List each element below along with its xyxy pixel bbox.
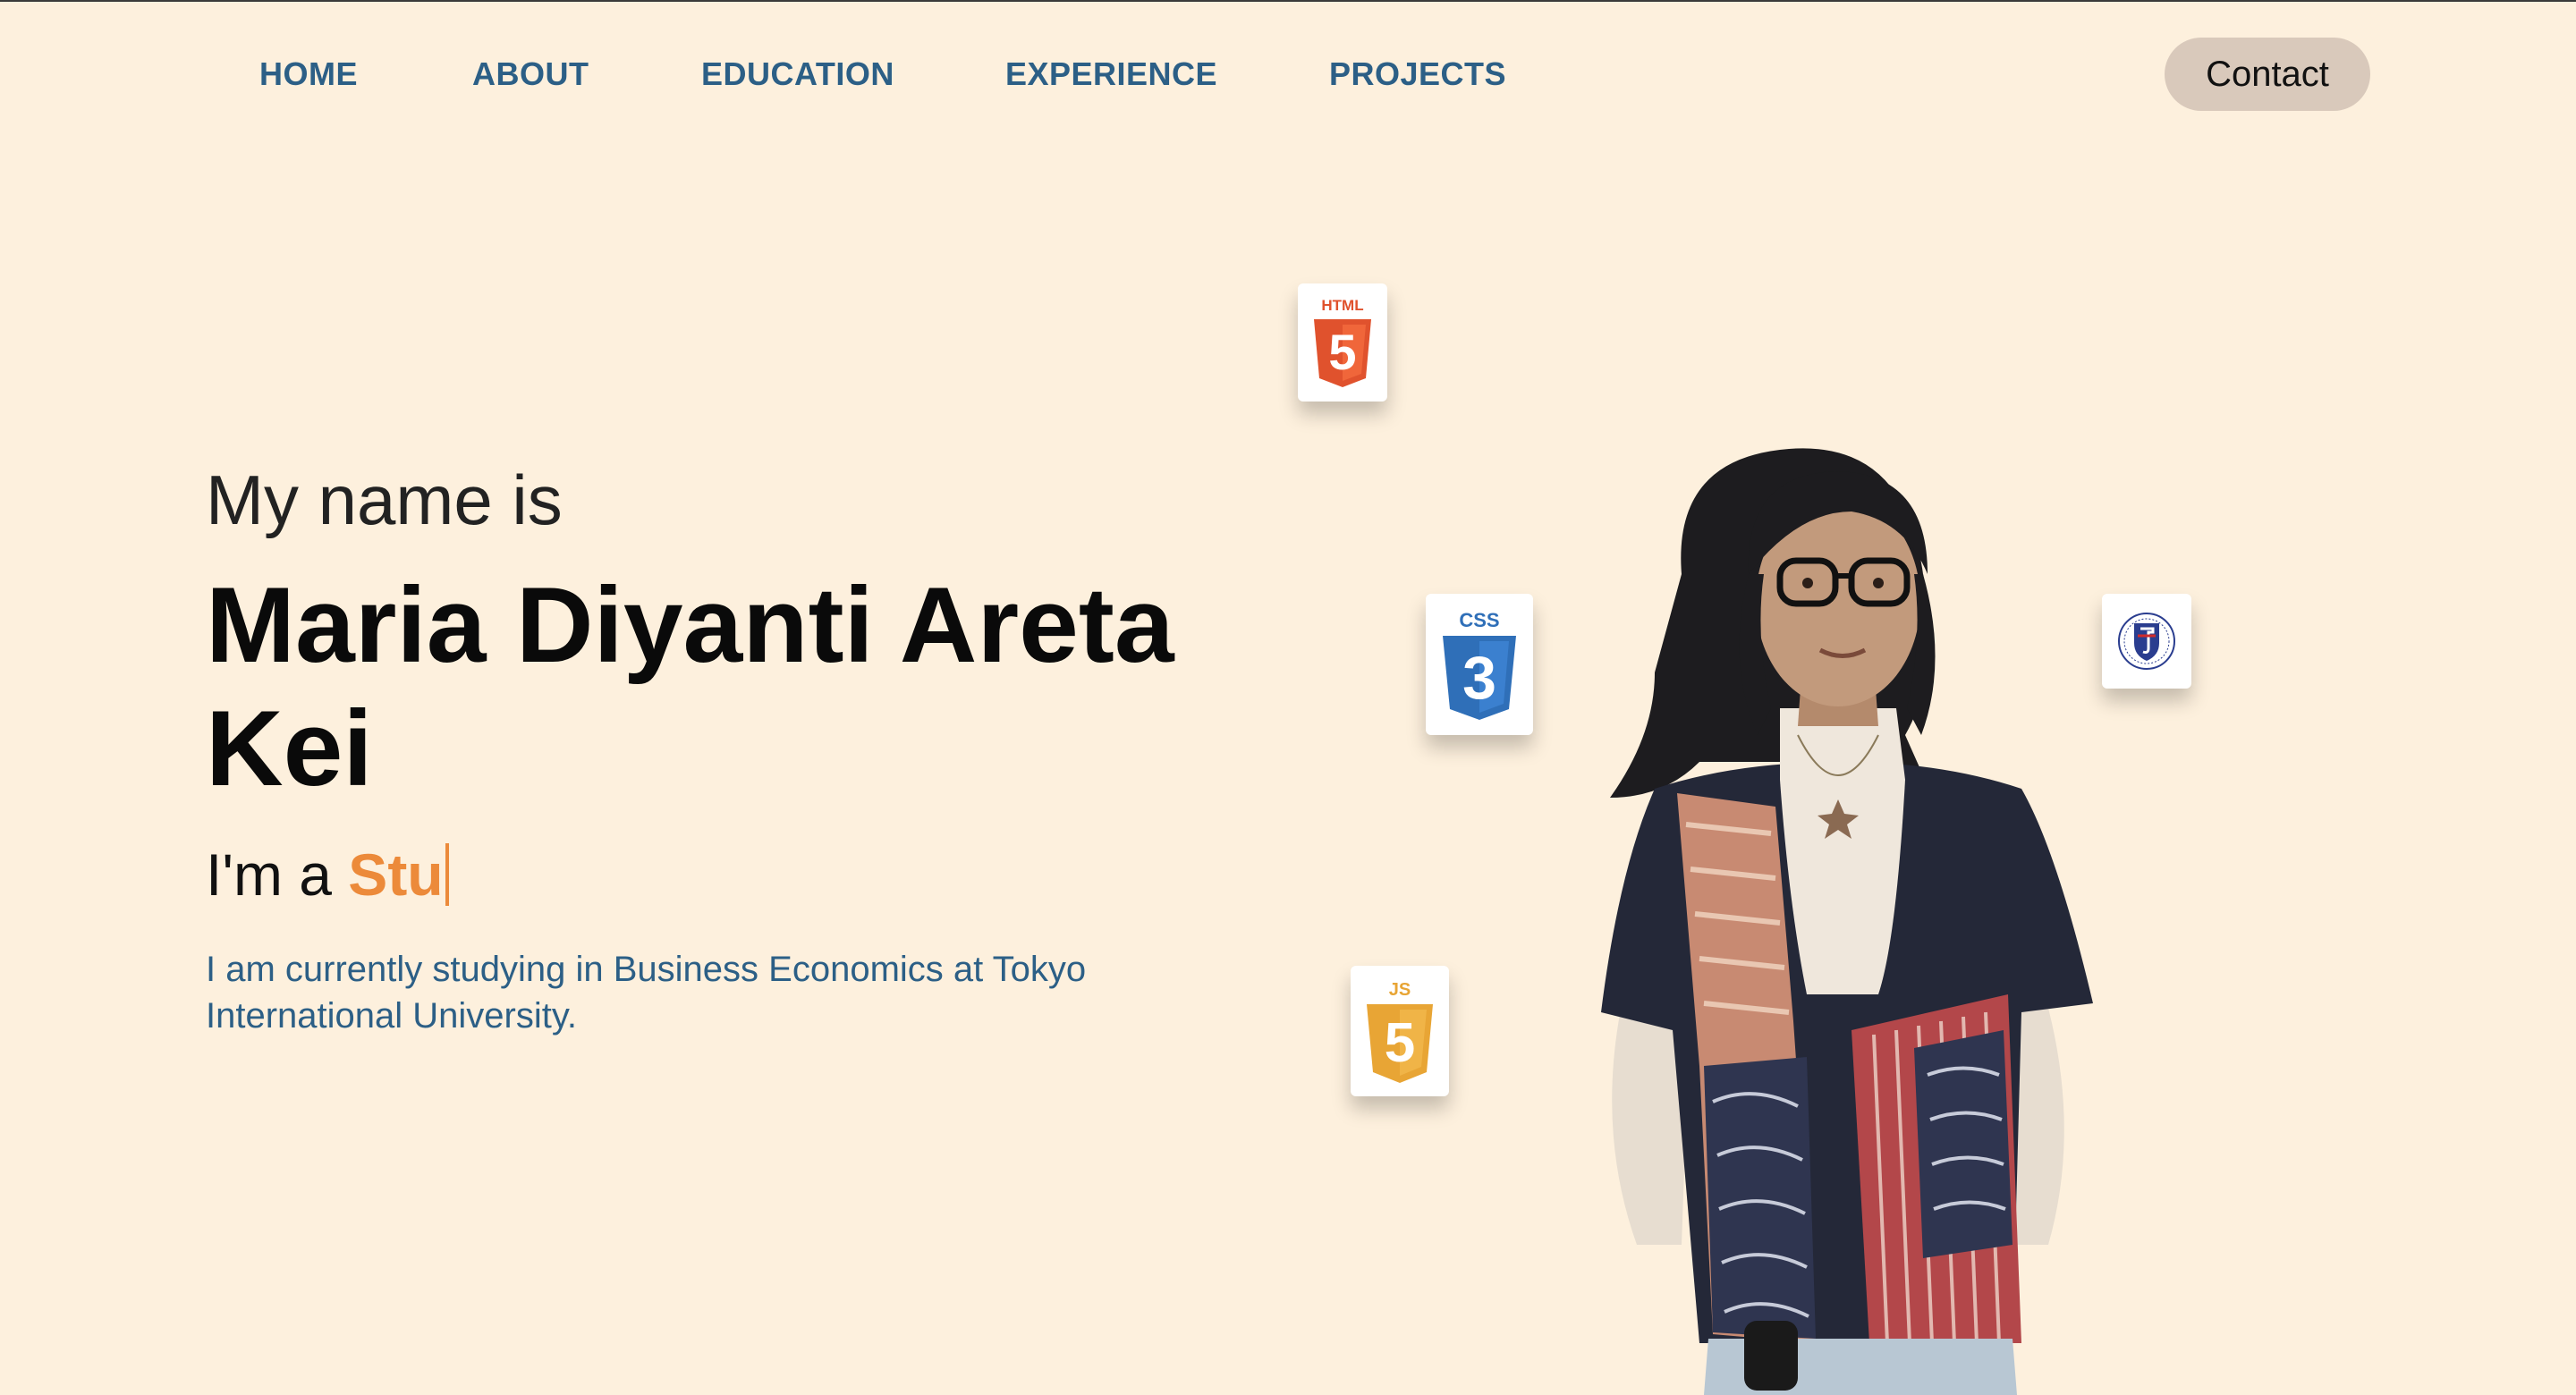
nav-experience-link[interactable]: EXPERIENCE — [1005, 55, 1217, 93]
js-badge-numeral: 5 — [1385, 1012, 1415, 1074]
nav-projects-link[interactable]: PROJECTS — [1329, 55, 1506, 93]
role-prefix: I'm a — [206, 841, 349, 908]
top-nav: HOME ABOUT EDUCATION EXPERIENCE PROJECTS… — [0, 2, 2576, 148]
css3-icon: CSS 3 — [1443, 609, 1516, 720]
nav-about-link[interactable]: ABOUT — [472, 55, 589, 93]
intro-text: My name is — [206, 461, 563, 539]
nav-education-link[interactable]: EDUCATION — [701, 55, 894, 93]
typed-role-text: Stu — [348, 841, 444, 908]
js-badge-label: JS — [1389, 980, 1411, 1000]
css-badge-numeral: 3 — [1462, 644, 1496, 712]
contact-button[interactable]: Contact — [2165, 38, 2370, 111]
html-badge: HTML 5 — [1298, 283, 1387, 402]
css-badge: CSS 3 — [1426, 594, 1533, 735]
html-badge-numeral: 5 — [1328, 324, 1356, 380]
nav-home-link[interactable]: HOME — [259, 55, 358, 93]
profile-photo — [1601, 448, 2093, 1395]
js-badge: JS 5 — [1351, 966, 1449, 1096]
javascript-icon: JS 5 — [1367, 980, 1433, 1083]
hero-name: Maria Diyanti Areta Kei — [206, 565, 1174, 808]
typing-caret — [445, 843, 449, 906]
role-line: I'm a Stu — [206, 841, 449, 909]
css-badge-label: CSS — [1459, 609, 1499, 631]
html-badge-label: HTML — [1321, 297, 1363, 314]
html5-icon: HTML 5 — [1314, 297, 1371, 387]
hero-description: I am currently studying in Business Econ… — [206, 950, 1087, 1036]
